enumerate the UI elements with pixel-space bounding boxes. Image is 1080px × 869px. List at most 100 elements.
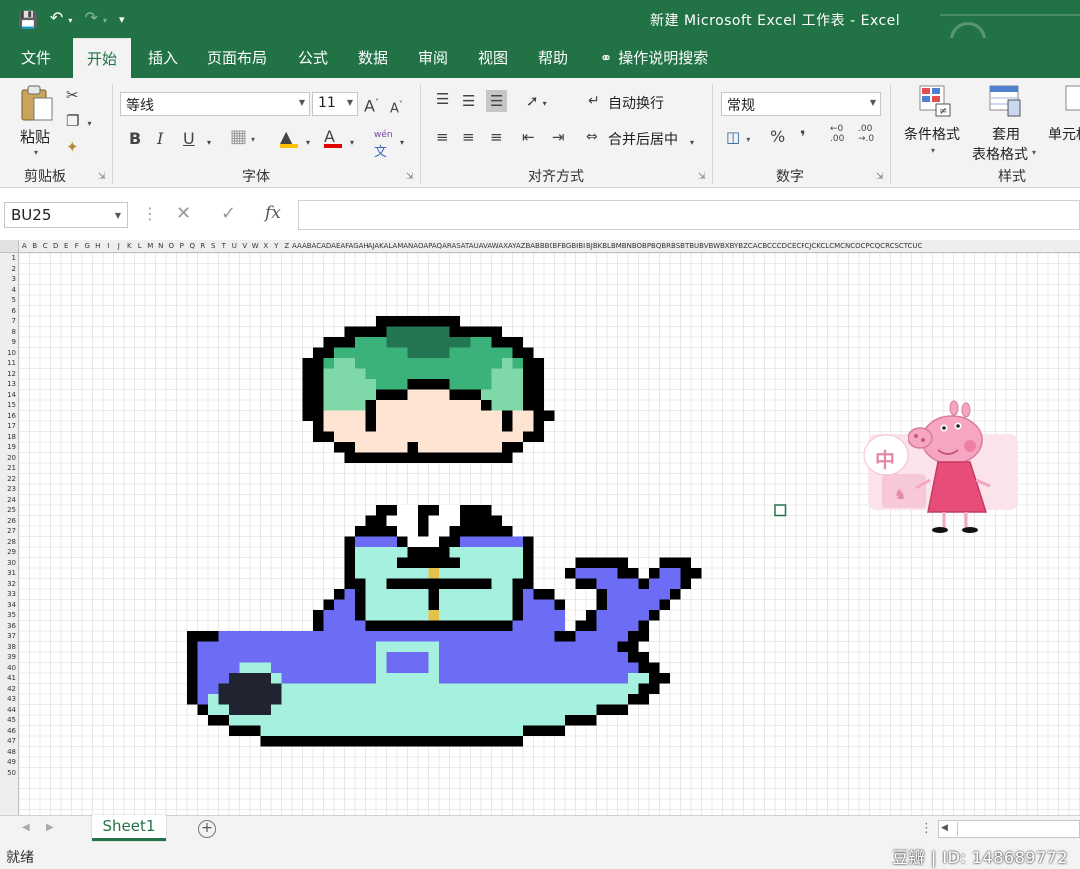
row-header[interactable]: 30: [0, 558, 18, 569]
worksheet[interactable]: A B C D E F G H I J K L M N O P Q R S T U V W X Y Z AAABACADAEAFAG…: [0, 240, 1080, 815]
column-header[interactable]: K: [124, 240, 135, 253]
column-header[interactable]: BFBGBH: [552, 240, 577, 253]
row-header[interactable]: 43: [0, 694, 18, 705]
orientation-icon[interactable]: ➚ ▾: [526, 92, 547, 113]
tab-tell-me[interactable]: ⚭ 操作说明搜索: [592, 38, 716, 78]
redo-icon[interactable]: ↷ ▾: [84, 8, 107, 31]
row-header[interactable]: 29: [0, 547, 18, 558]
row-header[interactable]: 42: [0, 684, 18, 695]
comma-style-button[interactable]: ❜: [800, 128, 806, 146]
merge-center-button[interactable]: 合并后居中: [608, 129, 678, 149]
font-color-button[interactable]: A: [324, 128, 342, 148]
row-header[interactable]: 15: [0, 400, 18, 411]
column-header[interactable]: F: [72, 240, 83, 253]
column-header[interactable]: L: [135, 240, 146, 253]
tab-split-handle[interactable]: ⋮: [920, 821, 933, 836]
column-header[interactable]: H: [93, 240, 104, 253]
fill-color-dropdown-icon[interactable]: ▾: [306, 134, 310, 152]
wrap-text-icon[interactable]: ↵: [588, 92, 600, 110]
row-header[interactable]: 39: [0, 652, 18, 663]
wrap-text-button[interactable]: 自动换行: [608, 93, 664, 113]
clipboard-launcher-icon[interactable]: ⇲: [98, 172, 106, 182]
row-header[interactable]: 12: [0, 369, 18, 380]
tab-page-layout[interactable]: 页面布局: [200, 38, 274, 78]
underline-dropdown-icon[interactable]: ▾: [207, 134, 211, 152]
column-header[interactable]: V: [240, 240, 251, 253]
row-header[interactable]: 24: [0, 495, 18, 506]
align-top-icon[interactable]: ☰: [436, 90, 449, 108]
row-header[interactable]: 13: [0, 379, 18, 390]
column-header[interactable]: E: [61, 240, 72, 253]
column-header[interactable]: BI: [578, 240, 586, 253]
font-color-dropdown-icon[interactable]: ▾: [350, 134, 354, 152]
row-header[interactable]: 8: [0, 327, 18, 338]
cut-icon[interactable]: ✂: [66, 86, 79, 104]
row-header[interactable]: 32: [0, 579, 18, 590]
row-header[interactable]: 38: [0, 642, 18, 653]
column-header[interactable]: AJAKALAMANAOAPAQARASATAUAVAWAXAYAZBABBBC…: [368, 240, 553, 253]
row-header[interactable]: 27: [0, 526, 18, 537]
column-header[interactable]: D: [51, 240, 62, 253]
row-header[interactable]: 19: [0, 442, 18, 453]
column-headers[interactable]: A B C D E F G H I J K L M N O P Q R S T U V W X Y Z AAABACADAEAFAG…: [0, 240, 1080, 253]
row-header[interactable]: 21: [0, 463, 18, 474]
column-header[interactable]: R: [198, 240, 209, 253]
row-header[interactable]: 46: [0, 726, 18, 737]
row-header[interactable]: 2: [0, 264, 18, 275]
row-header[interactable]: 7: [0, 316, 18, 327]
save-icon[interactable]: 💾: [18, 10, 38, 30]
column-header[interactable]: C: [40, 240, 51, 253]
row-header[interactable]: 48: [0, 747, 18, 758]
add-sheet-button[interactable]: +: [198, 820, 216, 838]
undo-icon[interactable]: ↶ ▾: [50, 8, 73, 31]
row-header[interactable]: 14: [0, 390, 18, 401]
formula-input[interactable]: [298, 200, 1080, 230]
row-header[interactable]: 17: [0, 421, 18, 432]
paste-button[interactable]: 粘贴 ▾: [14, 84, 58, 162]
row-header[interactable]: 22: [0, 474, 18, 485]
decrease-font-size-icon[interactable]: A˅: [390, 96, 403, 118]
column-header[interactable]: Q: [187, 240, 198, 253]
column-header[interactable]: I: [103, 240, 114, 253]
tab-help[interactable]: 帮助: [528, 38, 578, 78]
fill-color-icon[interactable]: ▲: [280, 128, 298, 148]
column-header[interactable]: CJCKCLCMCNCOCPCQCRCSCTCUCVCW: [804, 240, 922, 253]
row-header[interactable]: 34: [0, 600, 18, 611]
bold-button[interactable]: B: [129, 130, 141, 148]
phonetic-dropdown-icon[interactable]: ▾: [400, 134, 404, 152]
align-center-icon[interactable]: ≡: [462, 128, 475, 146]
column-header[interactable]: O: [166, 240, 177, 253]
font-size-select[interactable]: 11 ▼: [312, 92, 358, 116]
active-cell[interactable]: [774, 504, 787, 517]
tab-review[interactable]: 审阅: [408, 38, 458, 78]
column-header[interactable]: N: [156, 240, 167, 253]
row-header[interactable]: 16: [0, 411, 18, 422]
row-header[interactable]: 35: [0, 610, 18, 621]
row-header[interactable]: 44: [0, 705, 18, 716]
underline-button[interactable]: U: [183, 130, 195, 148]
column-header[interactable]: J: [114, 240, 125, 253]
tab-formulas[interactable]: 公式: [288, 38, 338, 78]
row-header[interactable]: 47: [0, 736, 18, 747]
row-header[interactable]: 3: [0, 274, 18, 285]
row-header[interactable]: 18: [0, 432, 18, 443]
horizontal-scrollbar[interactable]: ◀: [938, 820, 1080, 838]
number-launcher-icon[interactable]: ⇲: [876, 172, 884, 182]
row-header[interactable]: 40: [0, 663, 18, 674]
row-header[interactable]: 45: [0, 715, 18, 726]
sheet-nav-prev-icon[interactable]: ◀: [22, 822, 30, 833]
decrease-indent-icon[interactable]: ⇤: [522, 128, 535, 146]
row-header[interactable]: 49: [0, 757, 18, 768]
column-header[interactable]: B: [30, 240, 41, 253]
font-name-select[interactable]: 等线 ▼: [120, 92, 310, 116]
align-left-icon[interactable]: ≡: [436, 128, 449, 146]
row-header[interactable]: 1: [0, 253, 18, 264]
row-header[interactable]: 10: [0, 348, 18, 359]
row-header[interactable]: 25: [0, 505, 18, 516]
row-header[interactable]: 11: [0, 358, 18, 369]
insert-function-icon[interactable]: fx: [265, 203, 281, 223]
column-header[interactable]: X: [261, 240, 272, 253]
customize-qat-icon[interactable]: ▾: [119, 10, 125, 30]
merge-dropdown-icon[interactable]: ▾: [690, 134, 694, 152]
column-header[interactable]: A: [19, 240, 30, 253]
